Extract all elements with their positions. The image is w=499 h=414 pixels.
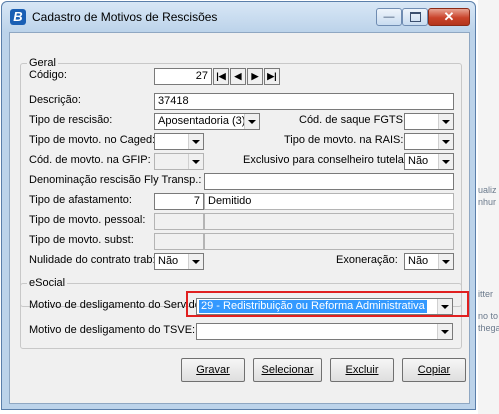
esocial-legend: eSocial bbox=[27, 277, 68, 289]
first-icon: |◀ bbox=[216, 71, 226, 81]
dropdown-button[interactable] bbox=[438, 254, 453, 269]
tipo-rescisao-value: Aposentadoria (3) bbox=[158, 115, 246, 127]
chevron-down-icon bbox=[192, 159, 200, 164]
motivo-servidor-label: Motivo de desligamento do Servidor: bbox=[29, 299, 208, 311]
denominacao-fly-label: Denominação rescisão Fly Transp.: bbox=[29, 174, 202, 186]
chevron-down-icon bbox=[192, 139, 200, 144]
next-icon: ▶ bbox=[251, 71, 259, 81]
minimize-icon: — bbox=[383, 11, 395, 23]
codigo-label: Código: bbox=[29, 69, 67, 81]
excluir-button[interactable]: Excluir bbox=[330, 358, 394, 382]
tipo-movto-pessoal-label: Tipo de movto. pessoal: bbox=[29, 214, 146, 226]
previous-record-button[interactable]: ◀ bbox=[230, 68, 246, 85]
close-button[interactable]: ✕ bbox=[428, 8, 470, 26]
highlight-box bbox=[186, 291, 469, 317]
dropdown-button[interactable] bbox=[438, 134, 453, 149]
tipo-rescisao-label: Tipo de rescisão: bbox=[29, 114, 113, 126]
tipo-afastamento-code-field[interactable]: 7 bbox=[154, 193, 204, 210]
geral-legend: Geral bbox=[27, 57, 58, 69]
minimize-button[interactable]: — bbox=[376, 8, 402, 26]
dropdown-button[interactable] bbox=[188, 134, 203, 149]
motivo-tsve-select[interactable] bbox=[196, 323, 453, 340]
exclusivo-conselheiro-value: Não bbox=[408, 155, 429, 167]
last-icon: ▶| bbox=[267, 71, 277, 81]
descricao-field[interactable]: 37418 bbox=[154, 93, 454, 110]
tipo-movto-subst-code-field[interactable] bbox=[154, 233, 204, 250]
chevron-down-icon bbox=[442, 259, 450, 264]
maximize-button[interactable] bbox=[402, 8, 428, 26]
selecionar-button[interactable]: Selecionar bbox=[253, 358, 322, 382]
exoneracao-select[interactable]: Não bbox=[404, 253, 454, 270]
chevron-down-icon bbox=[248, 119, 256, 124]
exclusivo-conselheiro-label: Exclusivo para conselheiro tutelar: bbox=[243, 154, 411, 166]
dropdown-button[interactable] bbox=[437, 324, 452, 339]
cod-movto-gfip-select[interactable] bbox=[154, 153, 204, 170]
dropdown-button[interactable] bbox=[244, 114, 259, 129]
cod-saque-fgts-label: Cód. de saque FGTS: bbox=[299, 114, 406, 126]
tipo-afastamento-label: Tipo de afastamento: bbox=[29, 194, 132, 206]
tipo-movto-pessoal-description bbox=[204, 213, 454, 230]
app-logo-icon: B bbox=[10, 9, 26, 25]
dropdown-button[interactable] bbox=[438, 114, 453, 129]
codigo-field[interactable]: 27 bbox=[154, 68, 212, 85]
background-text: ualiz bbox=[478, 185, 497, 195]
title-bar[interactable]: B Cadastro de Motivos de Rescisões — ✕ bbox=[2, 2, 475, 32]
tipo-afastamento-description: Demitido bbox=[204, 193, 454, 210]
maximize-icon bbox=[409, 12, 421, 22]
background-text: itter bbox=[478, 289, 494, 299]
background-text: no to bbox=[478, 311, 499, 321]
dialog-window: B Cadastro de Motivos de Rescisões — ✕ G… bbox=[1, 1, 476, 410]
nulidade-contrato-label: Nulidade do contrato trab: bbox=[29, 254, 156, 266]
dropdown-button[interactable] bbox=[188, 254, 203, 269]
descricao-label: Descrição: bbox=[29, 94, 81, 106]
cod-movto-gfip-label: Cód. de movto. na GFIP: bbox=[29, 154, 151, 166]
chevron-down-icon bbox=[442, 119, 450, 124]
tipo-movto-rais-select[interactable] bbox=[404, 133, 454, 150]
next-record-button[interactable]: ▶ bbox=[247, 68, 263, 85]
last-record-button[interactable]: ▶| bbox=[264, 68, 280, 85]
background-text: nhur bbox=[478, 197, 497, 207]
nulidade-contrato-value: Não bbox=[158, 255, 179, 267]
tipo-movto-caged-select[interactable] bbox=[154, 133, 204, 150]
tipo-movto-caged-label: Tipo de movto. no Caged: bbox=[29, 134, 156, 146]
first-record-button[interactable]: |◀ bbox=[213, 68, 229, 85]
dropdown-button[interactable] bbox=[188, 154, 203, 169]
exoneracao-value: Não bbox=[408, 255, 429, 267]
previous-icon: ◀ bbox=[234, 71, 242, 81]
chevron-down-icon bbox=[442, 159, 450, 164]
nulidade-contrato-select[interactable]: Não bbox=[154, 253, 204, 270]
tipo-movto-subst-description bbox=[204, 233, 454, 250]
denominacao-fly-field[interactable] bbox=[204, 173, 454, 190]
tipo-movto-pessoal-code-field[interactable] bbox=[154, 213, 204, 230]
cod-saque-fgts-select[interactable] bbox=[404, 113, 454, 130]
background-window bbox=[478, 0, 499, 414]
chevron-down-icon bbox=[442, 139, 450, 144]
background-text: thega bbox=[478, 323, 499, 333]
chevron-down-icon bbox=[192, 259, 200, 264]
copiar-button[interactable]: Copiar bbox=[402, 358, 466, 382]
tipo-movto-subst-label: Tipo de movto. subst: bbox=[29, 234, 134, 246]
motivo-tsve-label: Motivo de desligamento do TSVE: bbox=[29, 324, 196, 336]
exoneracao-label: Exoneração: bbox=[336, 254, 398, 266]
dialog-client-area: Geral Código: 27 |◀ ◀ ▶ ▶| Descrição: 37… bbox=[9, 32, 470, 404]
tipo-rescisao-select[interactable]: Aposentadoria (3) bbox=[154, 113, 260, 130]
exclusivo-conselheiro-select[interactable]: Não bbox=[404, 153, 454, 170]
close-icon: ✕ bbox=[443, 9, 455, 24]
tipo-movto-rais-label: Tipo de movto. na RAIS: bbox=[284, 134, 404, 146]
window-title: Cadastro de Motivos de Rescisões bbox=[32, 10, 218, 24]
chevron-down-icon bbox=[441, 329, 449, 334]
dropdown-button[interactable] bbox=[438, 154, 453, 169]
gravar-button[interactable]: Gravar bbox=[181, 358, 245, 382]
